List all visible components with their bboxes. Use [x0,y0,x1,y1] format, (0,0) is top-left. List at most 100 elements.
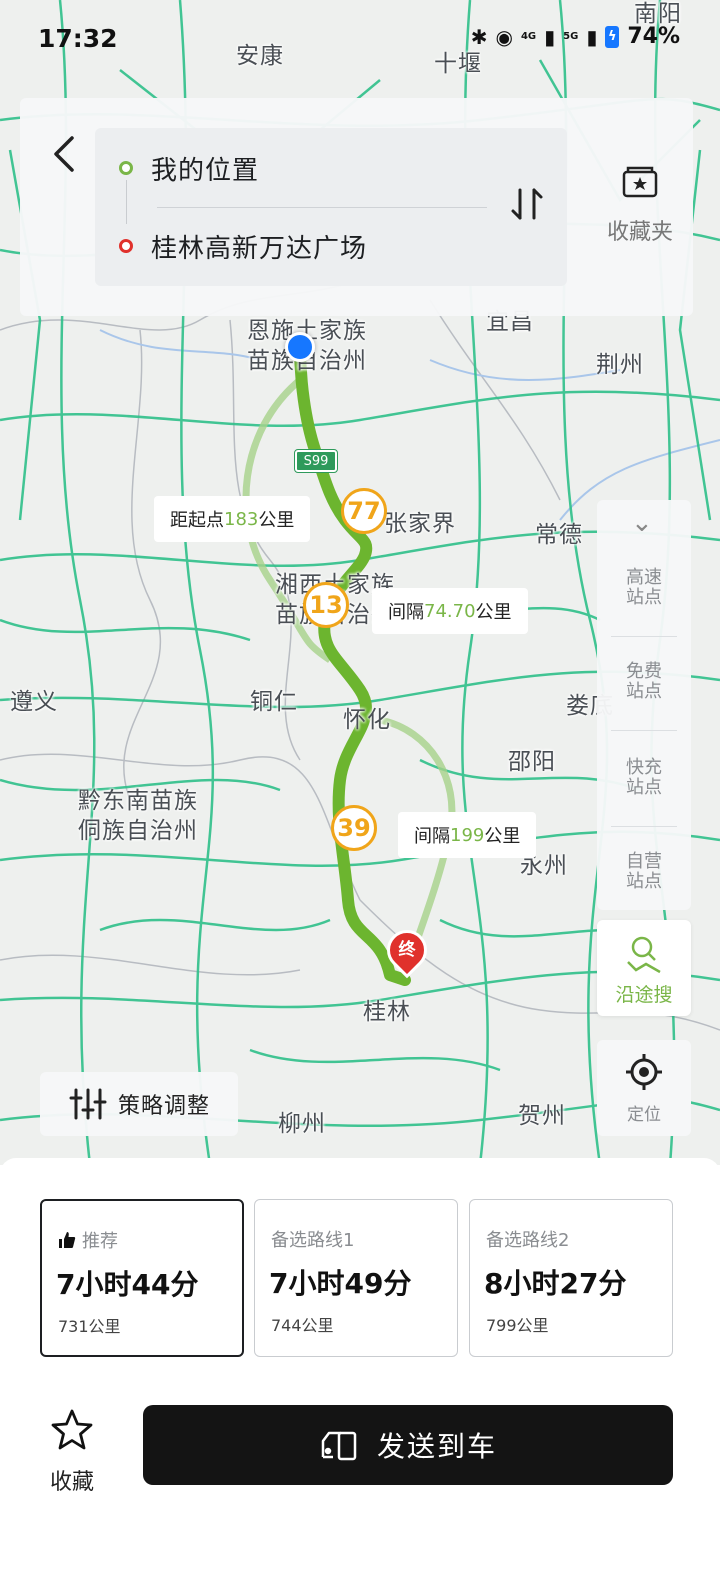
divider [611,636,677,637]
favorites-folder-label: 收藏夹 [606,220,673,245]
crosshair-icon [626,1054,662,1090]
favorite-button[interactable]: 收藏 [40,1408,104,1496]
rail-item-label: 高速 [626,567,662,588]
favorite-label: 收藏 [49,1470,94,1495]
battery-percent: 74% [627,24,680,49]
route-search-panel: 我的位置 桂林高新万达广场 收藏夹 [20,98,693,316]
route-card-recommended[interactable]: 推荐 7小时44分 731公里 [40,1199,244,1357]
callout-unit: 公里 [475,602,512,623]
rail-item-fast-charge-station[interactable]: 快充 站点 [611,758,677,798]
charging-station-marker[interactable]: 39 [331,805,377,851]
location-icon: ◉ [495,24,513,49]
route-duration: 7小时44分 [56,1268,199,1301]
rail-item-self-operated-station[interactable]: 自营 站点 [611,852,677,892]
rail-item-highway-station[interactable]: 高速 站点 [611,568,677,608]
city-label-zhangjiajie: 张家界 [384,511,456,537]
city-label-zunyi: 遵义 [10,689,58,715]
route-distance: 744公里 [271,1316,334,1335]
divider [611,826,677,827]
city-label-jingzhou: 荆州 [596,352,644,378]
rail-item-free-station[interactable]: 免费 站点 [611,662,677,702]
network-5g-label: 5G [563,30,579,42]
rail-item-label: 快充 [626,757,662,778]
city-label-guilin: 桂林 [363,999,411,1025]
along-route-search-icon [627,936,661,974]
locate-button[interactable]: 定位 [597,1040,691,1136]
city-label-qiandongnan-line2: 侗族自治州 [78,818,198,844]
route-tag-label: 推荐 [82,1231,118,1252]
city-label-huaihua: 怀化 [343,707,391,733]
battery-icon: ϟ [605,25,620,48]
signal-icon: ▮ [586,24,598,49]
city-label-liuzhou: 柳州 [278,1111,326,1137]
route-distance: 799公里 [486,1316,549,1335]
origin-text: 我的位置 [151,155,260,186]
city-label-changde: 常德 [535,522,583,548]
favorites-folder-button[interactable]: 收藏夹 [590,164,690,246]
callout-interval-2[interactable]: 间隔 199 公里 [398,812,537,858]
city-label-hezhou: 贺州 [518,1103,566,1129]
city-label-shaoyang: 邵阳 [508,749,556,775]
route-tag: 备选路线2 [486,1226,569,1252]
rail-item-label: 站点 [626,777,662,798]
network-4g-label: 4G [520,30,537,42]
callout-value: 199 [450,824,485,846]
strategy-adjust-label: 策略调整 [118,1094,211,1119]
status-time: 17:32 [38,24,118,53]
route-duration: 8小时27分 [484,1267,627,1300]
callout-prefix: 间隔 [388,602,424,623]
signal-icon: ▮ [544,24,556,49]
strategy-adjust-button[interactable]: 策略调整 [40,1072,238,1136]
rail-item-label: 免费 [626,661,662,682]
callout-prefix: 距起点 [170,510,224,531]
star-icon [51,1409,93,1450]
rail-item-label: 自营 [626,851,662,872]
send-to-car-button[interactable]: 发送到车 [143,1405,673,1485]
bluetooth-icon: ✱ [470,24,488,49]
origin-field[interactable]: 我的位置 [95,138,495,198]
callout-unit: 公里 [258,510,295,531]
callout-value: 74.70 [424,600,476,622]
along-route-search-label: 沿途搜 [615,984,673,1006]
callout-distance-from-start[interactable]: 距起点 183 公里 [154,496,311,542]
divider [157,207,487,208]
route-tag: 备选路线1 [271,1226,354,1252]
status-icons: ✱ ◉ 4G ▮ 5G ▮ ϟ 74% [471,24,680,49]
back-button[interactable] [50,134,86,184]
charging-station-marker[interactable]: 13 [303,582,349,628]
station-filter-rail: ⌄ 高速 站点 免费 站点 快充 站点 自营 站点 [597,500,691,910]
folder-star-icon [622,166,658,198]
callout-unit: 公里 [484,826,521,847]
along-route-search-button[interactable]: 沿途搜 [597,920,691,1016]
car-send-icon [321,1431,357,1461]
chevron-down-icon[interactable]: ⌄ [631,508,653,538]
destination-pin-label: 终 [398,940,416,960]
route-duration: 7小时49分 [269,1267,412,1300]
destination-text: 桂林高新万达广场 [151,233,368,264]
swap-route-button[interactable] [507,184,547,233]
swap-arrows-icon [511,188,543,220]
charging-station-marker[interactable]: 77 [341,488,387,534]
origin-dot-icon [119,161,133,175]
status-bar: 17:32 ✱ ◉ 4G ▮ 5G ▮ ϟ 74% [0,0,720,80]
route-options-sheet: 推荐 7小时44分 731公里 备选路线1 7小时49分 744公里 备选路线2… [0,1158,720,1584]
rail-item-label: 站点 [626,587,662,608]
route-card-alt-1[interactable]: 备选路线1 7小时49分 744公里 [254,1199,458,1357]
destination-dot-icon [119,239,133,253]
callout-interval-1[interactable]: 间隔 74.70 公里 [372,588,528,634]
city-label-qiandongnan-line1: 黔东南苗族 [78,788,198,814]
rail-item-label: 站点 [626,871,662,892]
callout-value: 183 [224,508,259,530]
chevron-left-icon [54,136,74,172]
locate-label: 定位 [627,1105,661,1125]
rail-item-label: 站点 [626,681,662,702]
route-endpoints-box: 我的位置 桂林高新万达广场 [95,128,567,286]
city-label-qiandongnan: 黔东南苗族 侗族自治州 [78,786,198,846]
route-tag: 推荐 [58,1227,118,1253]
route-card-alt-2[interactable]: 备选路线2 8小时27分 799公里 [469,1199,673,1357]
divider [611,730,677,731]
city-label-tongren: 铜仁 [250,689,298,715]
destination-field[interactable]: 桂林高新万达广场 [95,216,495,276]
route-distance: 731公里 [58,1317,121,1336]
send-to-car-label: 发送到车 [376,1430,497,1463]
